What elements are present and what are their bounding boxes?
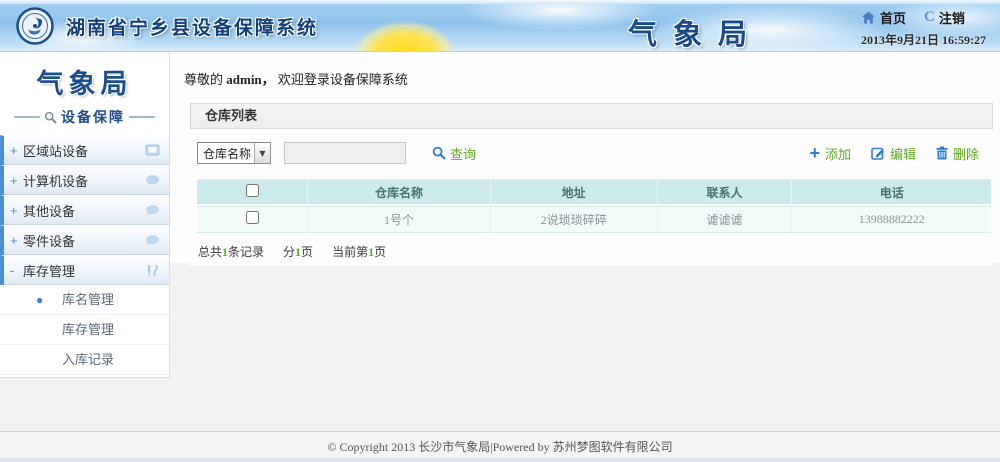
- column-header-address: 地址: [491, 179, 658, 204]
- warehouse-list-panel: 仓库列表 仓库名称 ▼: [190, 103, 993, 266]
- brand: 湖南省宁乡县设备保障系统: [16, 7, 318, 45]
- submenu-item-inventory-management[interactable]: ● 库存管理: [0, 315, 169, 345]
- tools-icon: [145, 264, 160, 277]
- cell-address: 2说琐琐碎碎: [491, 206, 658, 233]
- sidebar: 气象局 设备保障 +: [0, 52, 170, 431]
- comment-icon: [145, 204, 160, 217]
- bottom-strip: [0, 457, 1000, 462]
- pagination: 总共1条记录 分1页 当前第1页: [190, 233, 993, 260]
- datetime: 2013年9月21日 16:59:27: [861, 31, 986, 48]
- table-actions: + 添加 编辑: [809, 144, 991, 163]
- magnifier-icon: [44, 111, 57, 124]
- plus-icon: +: [809, 146, 820, 160]
- sidebar-item-other-devices[interactable]: + 其他设备: [0, 195, 169, 225]
- logout-icon: C: [924, 9, 935, 26]
- page: 湖南省宁乡县设备保障系统 气象局 首页 C 注销 2: [0, 0, 1000, 462]
- panel-title: 仓库列表: [190, 103, 993, 129]
- system-title: 湖南省宁乡县设备保障系统: [66, 13, 318, 40]
- sidebar-item-part-devices[interactable]: + 零件设备: [0, 225, 169, 255]
- username: admin，: [226, 72, 274, 87]
- bureau-logo-icon: [16, 7, 54, 45]
- divider: [129, 116, 155, 118]
- comment-icon: [145, 234, 160, 247]
- cell-contact: 谑谑谑: [658, 206, 793, 233]
- add-button[interactable]: + 添加: [809, 144, 851, 163]
- monitor-icon: [145, 144, 160, 157]
- warehouse-table: 仓库名称 地址 联系人 电话 1号个: [197, 179, 991, 233]
- delete-button[interactable]: 删除: [936, 144, 979, 163]
- cell-phone: 13988882222: [792, 206, 991, 233]
- cell-warehouse-name: 1号个: [308, 206, 491, 233]
- home-icon: [861, 11, 876, 24]
- sidebar-logo: 气象局 设备保障: [0, 52, 169, 135]
- footer: © Copyright 2013 长沙市气象局|Powered by 苏州梦图软…: [0, 431, 1000, 462]
- logout-link[interactable]: C 注销: [924, 8, 965, 27]
- select-all-checkbox[interactable]: [246, 184, 259, 197]
- welcome-message: 尊敬的 admin， 欢迎登录设备保障系统: [170, 52, 1000, 103]
- query-button[interactable]: 查询: [432, 144, 476, 163]
- trash-icon: [936, 146, 948, 160]
- sidebar-item-computer-devices[interactable]: + 计算机设备: [0, 165, 169, 195]
- column-header-warehouse-name: 仓库名称: [308, 179, 491, 204]
- column-header-contact: 联系人: [658, 179, 793, 204]
- toolbar: 仓库名称 ▼ 查询: [190, 129, 993, 179]
- edit-icon: [871, 146, 885, 160]
- home-link[interactable]: 首页: [861, 8, 906, 27]
- main-content: 尊敬的 admin， 欢迎登录设备保障系统 仓库列表 仓库名称 ▼: [170, 52, 1000, 431]
- search-input[interactable]: [284, 142, 406, 164]
- copyright-text: © Copyright 2013 长沙市气象局|Powered by 苏州梦图软…: [0, 432, 1000, 455]
- search-field-select[interactable]: 仓库名称 ▼: [197, 142, 271, 164]
- submenu-item-inbound-records[interactable]: ● 入库记录: [0, 345, 169, 375]
- comment-icon: [145, 174, 160, 187]
- edit-button[interactable]: 编辑: [871, 144, 916, 163]
- active-bullet-icon: ●: [36, 285, 43, 315]
- row-checkbox[interactable]: [246, 211, 259, 224]
- inventory-submenu: ● 库名管理 ● 库存管理 ● 入库记录: [0, 285, 169, 375]
- chevron-down-icon: ▼: [254, 143, 270, 163]
- submenu-item-warehouse-name-management[interactable]: ● 库名管理: [0, 285, 169, 315]
- table-header-row: 仓库名称 地址 联系人 电话: [197, 179, 991, 204]
- sidebar-item-region-station-devices[interactable]: + 区域站设备: [0, 135, 169, 165]
- header-top-right: 首页 C 注销 2013年9月21日 16:59:27: [861, 8, 986, 48]
- bureau-title: 气象局: [628, 11, 763, 53]
- sidebar-logo-title: 气象局: [0, 62, 169, 101]
- top-header: 湖南省宁乡县设备保障系统 气象局 首页 C 注销 2: [0, 0, 1000, 52]
- sidebar-logo-subtitle: 设备保障: [61, 107, 125, 127]
- sidebar-item-inventory-management[interactable]: - 库存管理: [0, 255, 169, 285]
- column-header-phone: 电话: [792, 179, 991, 204]
- divider: [14, 116, 40, 118]
- table-row[interactable]: 1号个 2说琐琐碎碎 谑谑谑 13988882222: [197, 206, 991, 233]
- search-icon: [432, 146, 446, 160]
